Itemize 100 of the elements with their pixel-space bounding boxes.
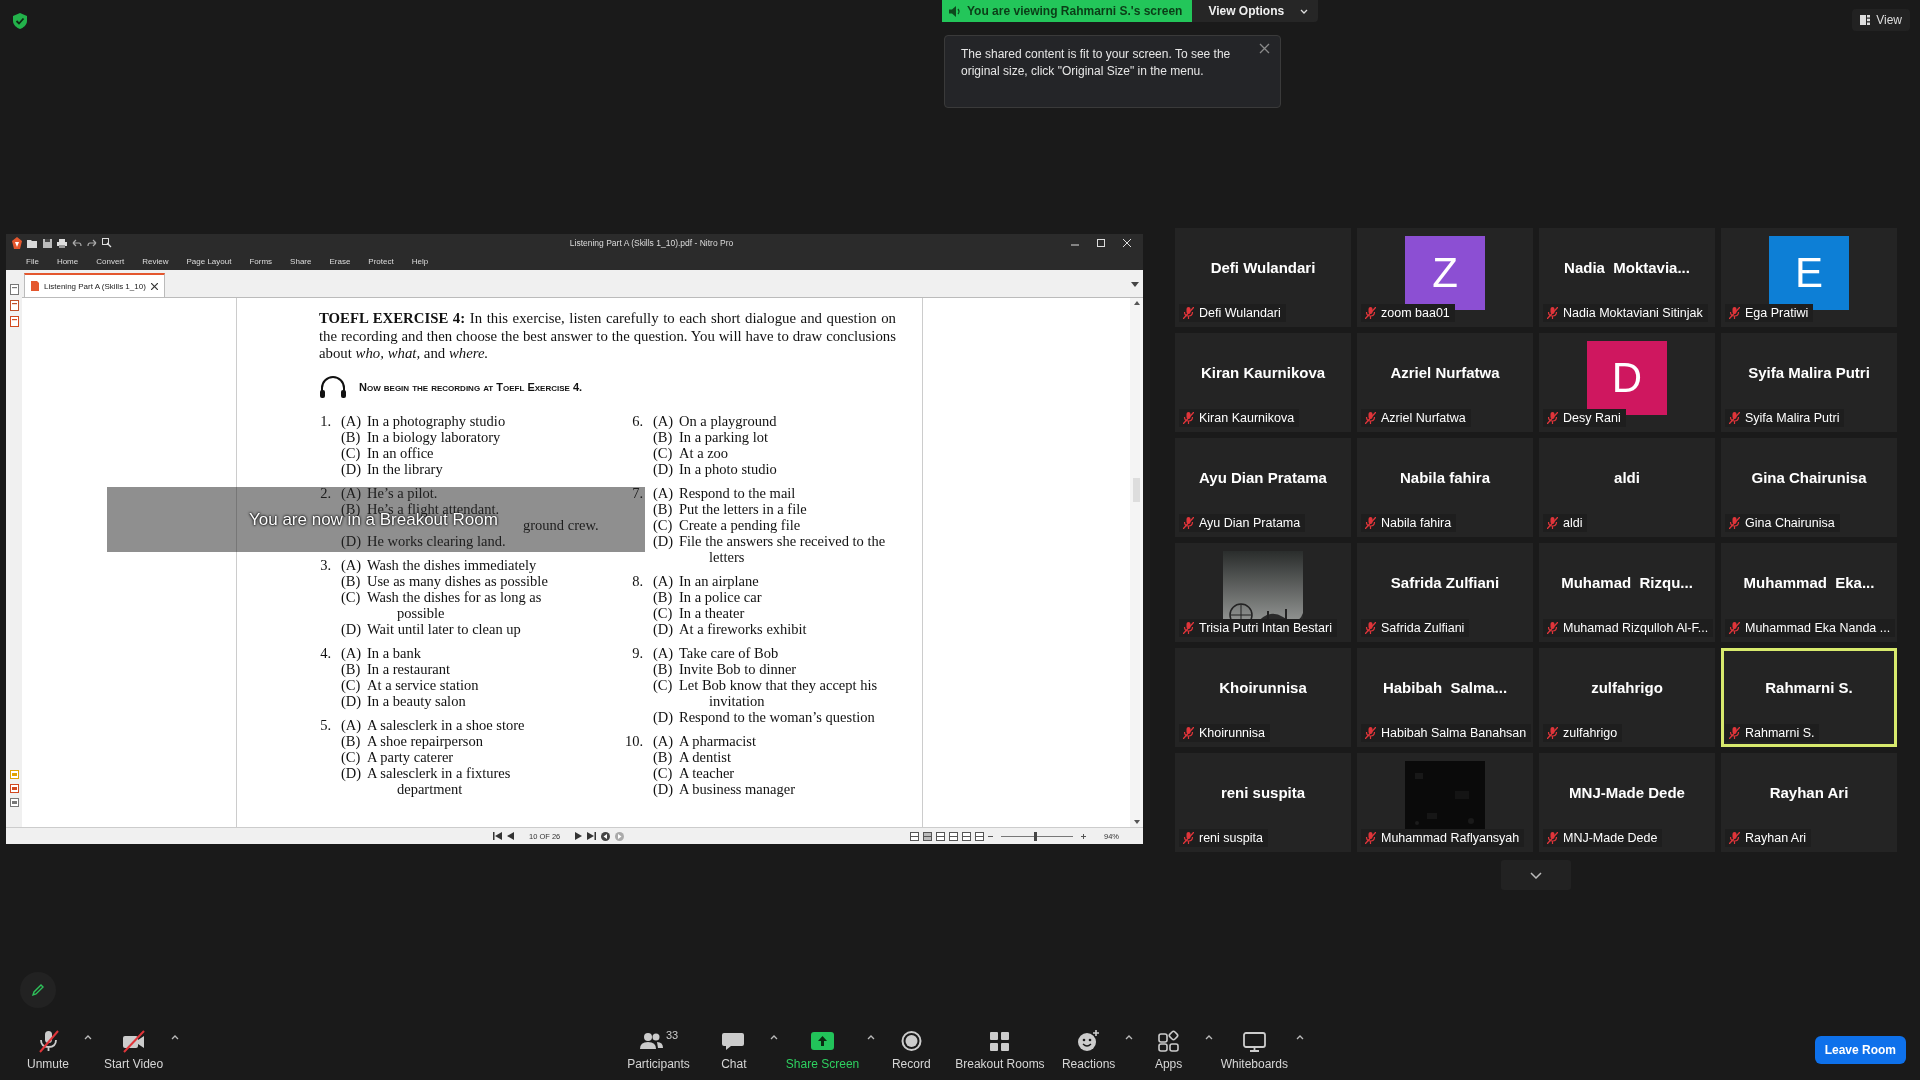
menu-item[interactable]: Home	[56, 256, 79, 266]
toolbar-button[interactable]: Apps	[1132, 1027, 1205, 1073]
caret-icon[interactable]	[1300, 8, 1309, 14]
page-view-icon[interactable]	[936, 831, 945, 841]
toolbar-button[interactable]: Breakout Rooms	[947, 1027, 1053, 1073]
scroll-up-icon[interactable]	[1133, 301, 1140, 305]
menu-item[interactable]: Page Layout	[186, 256, 232, 266]
option-text: In a photography studio	[367, 412, 507, 429]
annotate-button[interactable]	[20, 972, 56, 1008]
menu-item[interactable]: File	[26, 256, 39, 266]
document-tab[interactable]: Listening Part A (Skills 1_10)	[24, 273, 165, 297]
toolbar-button[interactable]: Share Screen	[777, 1027, 868, 1073]
back-icon[interactable]	[601, 831, 611, 841]
option-letter: (A)	[341, 644, 363, 661]
participant-label: Rayhan Ari	[1745, 831, 1807, 845]
page-view-icon[interactable]	[962, 831, 971, 841]
next-page-icon[interactable]	[575, 832, 583, 840]
caret-icon[interactable]	[769, 1035, 778, 1040]
page-view-icon[interactable]	[949, 831, 958, 841]
participant-name: Khoirunnisa	[1219, 679, 1307, 696]
option-letter: (B)	[341, 660, 362, 677]
option-text: A salesclerk in a shoe store	[367, 716, 526, 733]
view-options-button[interactable]: View Options	[1192, 0, 1319, 22]
last-page-icon[interactable]	[587, 832, 597, 840]
menu-item[interactable]: Share	[290, 256, 312, 266]
undo-icon[interactable]	[72, 239, 82, 247]
toolbar-button[interactable]: Reactions	[1052, 1027, 1125, 1073]
redo-icon[interactable]	[87, 239, 97, 247]
slider-thumb[interactable]	[1034, 831, 1038, 841]
first-page-icon[interactable]	[493, 832, 502, 840]
option-text: In a biology laboratory	[367, 428, 502, 445]
leave-room-button[interactable]: Leave Room	[1814, 1036, 1906, 1064]
attachment-icon[interactable]	[9, 316, 19, 327]
participant-name: Kiran Kaurnikova	[1200, 364, 1326, 381]
page-view-icon[interactable]	[923, 831, 932, 841]
exercise-instructions: TOEFL EXERCISE 4: In this exercise, listen carefully to each short dialogue and question on the recording and then choose the best answer to the question. You will have to draw conclusions about who, what, and where.	[319, 310, 896, 363]
participant-name: Nadia Moktavia...	[1564, 259, 1690, 276]
option-letter: (C)	[653, 676, 674, 695]
toolbar-button[interactable]: 33 Participants	[619, 1027, 698, 1073]
option-text: In an office	[367, 444, 434, 461]
bookmark-icon[interactable]	[9, 300, 19, 311]
toolbar-button[interactable]: Chat	[697, 1027, 770, 1073]
participant-label: Nadia Moktaviani Sitinjak	[1563, 306, 1703, 320]
scrollbar[interactable]	[1130, 298, 1143, 827]
maximize-icon[interactable]	[1097, 239, 1105, 247]
option-text: At a fireworks exhibit	[679, 620, 808, 637]
option-text: File the answers she received to the letters	[679, 532, 887, 565]
option-text: A business manager	[679, 780, 796, 797]
participant-label: Gina Chairunisa	[1745, 516, 1835, 530]
dropdown-icon[interactable]	[1131, 282, 1139, 287]
caret-icon[interactable]	[867, 1035, 876, 1040]
page-view-icon[interactable]	[975, 831, 984, 841]
zoom-out-icon[interactable]	[988, 833, 993, 839]
option-letter: (B)	[653, 588, 674, 605]
previous-page-icon[interactable]	[507, 832, 514, 840]
participant-name: reni suspita	[1220, 784, 1306, 801]
video-off-icon	[121, 1029, 147, 1053]
menu-item[interactable]: Review	[142, 256, 169, 266]
participant-label: aldi	[1563, 516, 1583, 530]
save-icon[interactable]	[43, 238, 52, 248]
option-text: In an airplane	[679, 572, 760, 589]
menu-item[interactable]: Convert	[96, 256, 125, 266]
menu-item[interactable]: Help	[411, 256, 429, 266]
caret-icon[interactable]	[171, 1035, 180, 1040]
participant-label: Muhammad Raflyansyah	[1381, 831, 1520, 845]
option-letter: (A)	[653, 572, 675, 589]
window-title: Listening Part A (Skills 1_10).pdf - Nitro Pro	[568, 238, 735, 248]
menu-item[interactable]: Erase	[329, 256, 351, 266]
participant-label: Rahmarni S.	[1745, 726, 1815, 740]
toolbar-button[interactable]: Whiteboards	[1212, 1027, 1296, 1073]
caret-icon[interactable]	[84, 1035, 92, 1040]
caret-icon[interactable]	[1124, 1035, 1133, 1040]
close-icon[interactable]	[150, 282, 158, 290]
participant-label: Defi Wulandari	[1199, 306, 1281, 320]
option-text: In a photo studio	[679, 460, 778, 477]
menu-item[interactable]: Protect	[368, 256, 394, 266]
toolbar-button[interactable]: Unmute	[12, 1027, 84, 1073]
speaker-icon	[949, 5, 961, 17]
select-tool-icon[interactable]	[102, 238, 112, 248]
participant-name: MNJ-Made Dede	[1569, 784, 1685, 801]
participant-name: Rayhan Ari	[1769, 784, 1849, 801]
stamp-icon[interactable]	[9, 784, 19, 793]
zoom-in-icon[interactable]	[1081, 833, 1086, 839]
option-letter: (C)	[653, 604, 674, 621]
menu-item[interactable]: Forms	[249, 256, 273, 266]
caret-icon[interactable]	[1296, 1035, 1304, 1040]
layers-icon[interactable]	[9, 798, 19, 807]
caret-icon[interactable]	[1204, 1035, 1213, 1040]
page-view-icon[interactable]	[910, 831, 919, 841]
scroll-down-icon[interactable]	[1133, 820, 1140, 824]
view-button[interactable]: View	[1852, 9, 1910, 31]
print-icon[interactable]	[57, 238, 67, 248]
folder-icon[interactable]	[27, 238, 38, 248]
participant-name: Syifa Malira Putri	[1748, 364, 1870, 381]
pages-icon[interactable]	[9, 284, 19, 295]
toolbar-button[interactable]: Start Video	[96, 1027, 172, 1073]
option-letter: (A)	[341, 716, 363, 733]
option-text: Wash the dishes for as long as possible	[367, 588, 542, 621]
shield-icon	[13, 13, 27, 29]
toolbar-button[interactable]: Record	[875, 1027, 948, 1073]
